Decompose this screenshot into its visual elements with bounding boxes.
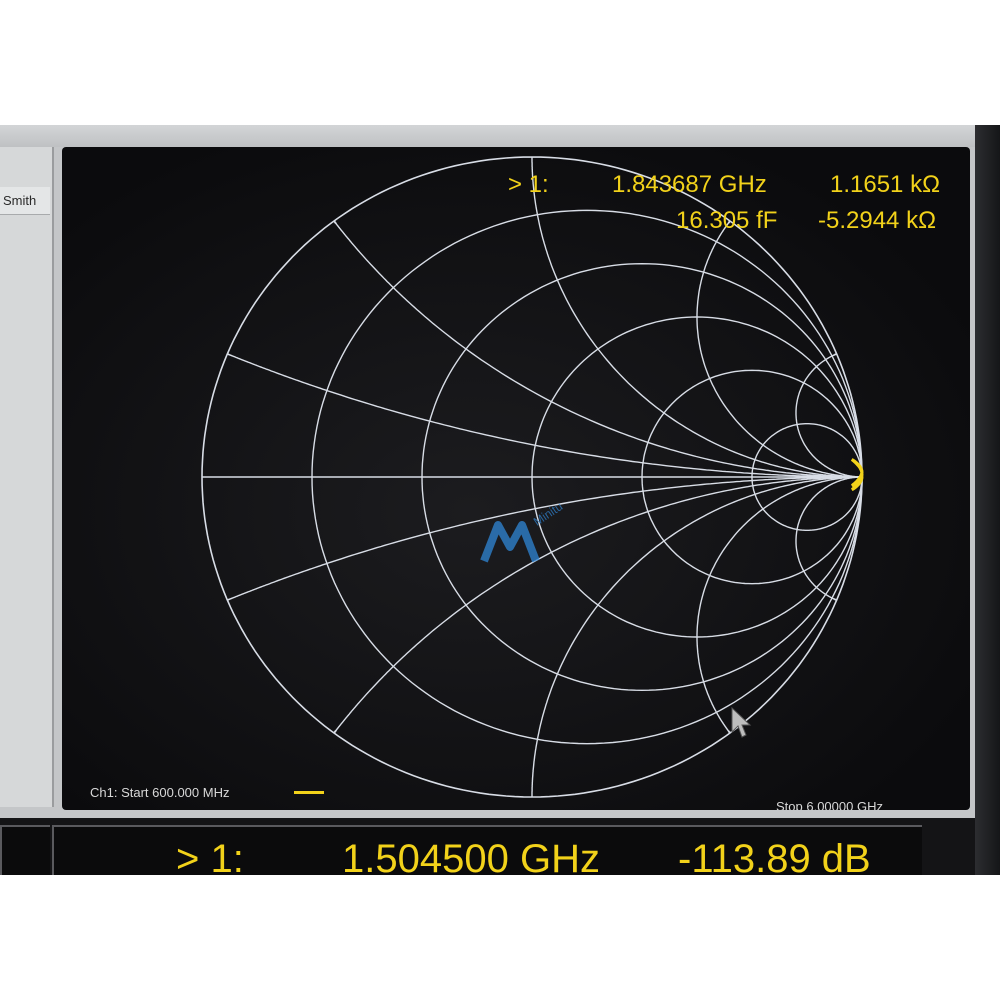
marker-reactance: -5.2944 kΩ (818, 207, 937, 234)
readout-frequency: 1.504500 GHz (342, 837, 600, 875)
reactance-arc (696, 220, 862, 478)
monitor-bezel (975, 125, 1000, 875)
watermark-text: Minitu (530, 499, 566, 529)
trace-color-swatch (294, 791, 324, 794)
window-top-bar (0, 125, 975, 147)
sweep-stop: Stop 6.00000 GHz (776, 799, 883, 810)
monitor-frame: Smith > 1: 1.843687 GHz 1.1651 kΩ 16.305… (0, 125, 1000, 875)
watermark-logo-icon: Minitu (480, 467, 650, 577)
left-panel: Smith (0, 147, 54, 807)
readout-cell-left (0, 825, 50, 875)
marker-resistance: 1.1651 kΩ (830, 171, 941, 198)
marker-capacitance: 16.305 fF (676, 207, 778, 234)
sweep-start: Ch1: Start 600.000 MHz (90, 785, 230, 800)
readout-marker-label: > 1: (176, 837, 244, 875)
mouse-pointer-icon (731, 706, 752, 738)
reactance-arc (795, 353, 862, 478)
smith-chart-display: > 1: 1.843687 GHz 1.1651 kΩ 16.305 fF -5… (62, 147, 970, 810)
tab-smith[interactable]: Smith (0, 187, 50, 215)
marker-label: > 1: (508, 171, 549, 198)
reactance-arc (696, 476, 862, 734)
reactance-arc (795, 476, 862, 601)
marker-frequency: 1.843687 GHz (612, 171, 767, 198)
readout-value: -113.89 dB (678, 837, 871, 875)
